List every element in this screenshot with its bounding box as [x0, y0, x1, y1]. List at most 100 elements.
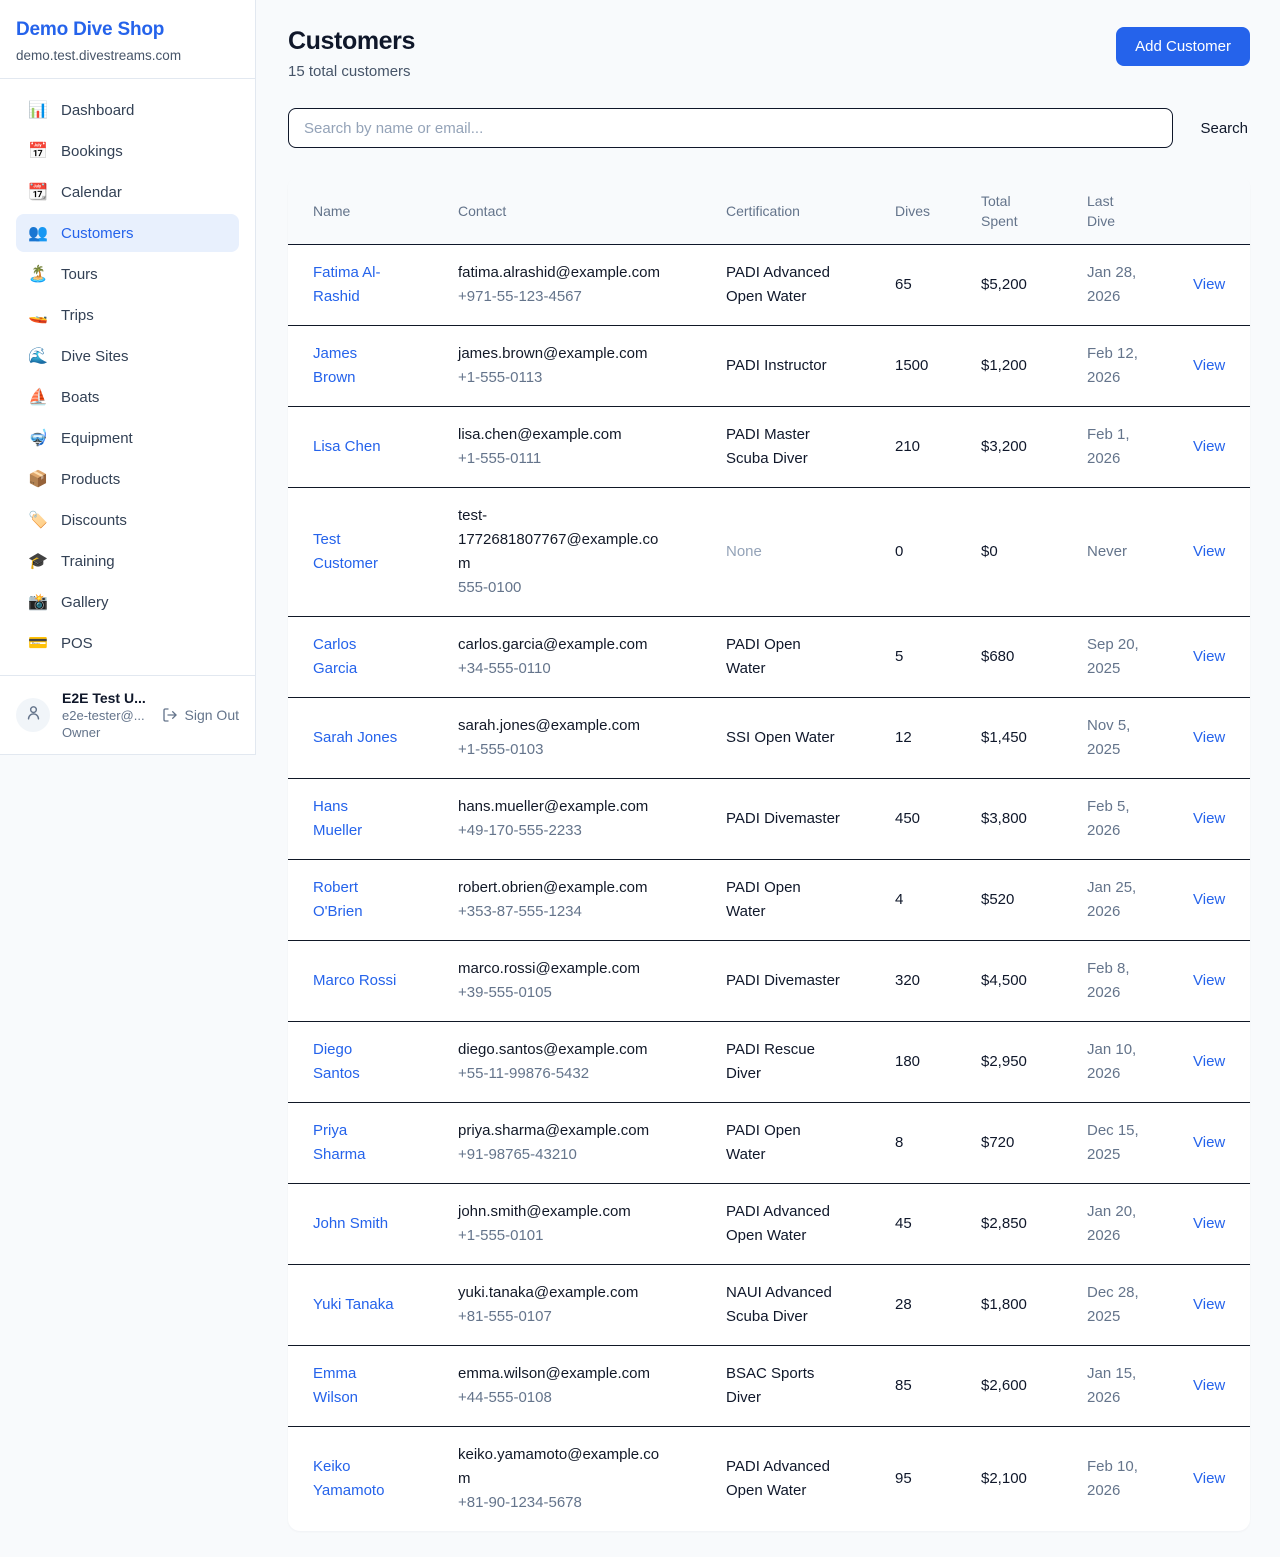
customer-last-dive: Dec 28, 2025 [1087, 1281, 1151, 1329]
customer-email: robert.obrien@example.com [458, 876, 663, 900]
view-customer-link[interactable]: View [1193, 438, 1225, 455]
customer-last-dive: Feb 1, 2026 [1087, 423, 1151, 471]
customers-table-card: NameContactCertificationDivesTotal Spent… [288, 176, 1250, 1531]
customer-dives: 210 [895, 407, 981, 488]
sidebar-item-bookings[interactable]: 📅 Bookings [16, 132, 239, 170]
customer-total-spent: $2,850 [981, 1184, 1087, 1265]
customer-email: carlos.garcia@example.com [458, 633, 663, 657]
sidebar-item-trips[interactable]: 🚤 Trips [16, 296, 239, 334]
view-customer-link[interactable]: View [1193, 1134, 1225, 1151]
table-row: Test Customer test-1772681807767@example… [288, 488, 1250, 617]
sidebar-item-boats[interactable]: ⛵ Boats [16, 378, 239, 416]
sidebar-item-dive-sites[interactable]: 🌊 Dive Sites [16, 337, 239, 375]
customer-dives: 450 [895, 779, 981, 860]
sidebar-item-training[interactable]: 🎓 Training [16, 542, 239, 580]
customer-last-dive: Feb 8, 2026 [1087, 957, 1151, 1005]
sidebar-item-discounts[interactable]: 🏷️ Discounts [16, 501, 239, 539]
view-customer-link[interactable]: View [1193, 276, 1225, 293]
add-customer-button[interactable]: Add Customer [1116, 27, 1250, 66]
customer-email: test-1772681807767@example.com [458, 504, 663, 576]
customer-certification: PADI Instructor [726, 354, 844, 378]
view-customer-link[interactable]: View [1193, 729, 1225, 746]
sidebar-item-calendar[interactable]: 📆 Calendar [16, 173, 239, 211]
customer-phone: +34-555-0110 [458, 657, 702, 681]
customer-dives: 4 [895, 860, 981, 941]
view-customer-link[interactable]: View [1193, 1470, 1225, 1487]
sidebar: Demo Dive Shop demo.test.divestreams.com… [0, 0, 256, 755]
sidebar-item-gallery[interactable]: 📸 Gallery [16, 583, 239, 621]
sidebar-item-pos[interactable]: 💳 POS [16, 624, 239, 662]
sidebar-item-dashboard[interactable]: 📊 Dashboard [16, 91, 239, 129]
customer-name-link[interactable]: Diego Santos [313, 1038, 399, 1086]
sidebar-item-label: Bookings [61, 143, 123, 160]
customer-total-spent: $3,200 [981, 407, 1087, 488]
customer-total-spent: $2,100 [981, 1427, 1087, 1532]
customer-certification: NAUI Advanced Scuba Diver [726, 1281, 844, 1329]
sidebar-item-label: Discounts [61, 512, 127, 529]
column-header [1193, 176, 1250, 245]
sidebar-item-equipment[interactable]: 🤿 Equipment [16, 419, 239, 457]
column-header: Contact [458, 176, 726, 245]
search-input[interactable] [288, 108, 1173, 148]
customer-name-link[interactable]: Test Customer [313, 528, 399, 576]
customer-total-spent: $520 [981, 860, 1087, 941]
customer-name-link[interactable]: Carlos Garcia [313, 633, 399, 681]
column-header: Total Spent [981, 176, 1087, 245]
customer-name-link[interactable]: John Smith [313, 1212, 388, 1236]
sign-out-button[interactable]: Sign Out [162, 707, 239, 723]
dashboard-icon: 📊 [28, 100, 48, 120]
customer-email: marco.rossi@example.com [458, 957, 663, 981]
table-row: Emma Wilson emma.wilson@example.com +44-… [288, 1346, 1250, 1427]
view-customer-link[interactable]: View [1193, 357, 1225, 374]
sidebar-item-products[interactable]: 📦 Products [16, 460, 239, 498]
customer-phone: +39-555-0105 [458, 981, 702, 1005]
products-icon: 📦 [28, 469, 48, 489]
customer-total-spent: $3,800 [981, 779, 1087, 860]
view-customer-link[interactable]: View [1193, 543, 1225, 560]
main-content: Customers 15 total customers Add Custome… [256, 0, 1280, 1557]
customer-name-link[interactable]: Robert O'Brien [313, 876, 399, 924]
customer-dives: 65 [895, 245, 981, 326]
view-customer-link[interactable]: View [1193, 1053, 1225, 1070]
sign-out-icon [162, 707, 178, 723]
view-customer-link[interactable]: View [1193, 972, 1225, 989]
customer-last-dive: Jan 28, 2026 [1087, 261, 1151, 309]
customer-last-dive: Feb 5, 2026 [1087, 795, 1151, 843]
customer-certification: PADI Open Water [726, 633, 844, 681]
customer-name-link[interactable]: Keiko Yamamoto [313, 1455, 399, 1503]
customer-dives: 1500 [895, 326, 981, 407]
customer-name-link[interactable]: James Brown [313, 342, 399, 390]
customer-name-link[interactable]: Marco Rossi [313, 969, 396, 993]
customer-name-link[interactable]: Emma Wilson [313, 1362, 399, 1410]
view-customer-link[interactable]: View [1193, 1377, 1225, 1394]
customer-dives: 85 [895, 1346, 981, 1427]
sidebar-item-tours[interactable]: 🏝️ Tours [16, 255, 239, 293]
customer-last-dive: Feb 12, 2026 [1087, 342, 1151, 390]
customer-dives: 8 [895, 1103, 981, 1184]
customer-name-link[interactable]: Fatima Al-Rashid [313, 261, 399, 309]
app-root: Demo Dive Shop demo.test.divestreams.com… [0, 0, 1280, 1557]
customer-name-link[interactable]: Hans Mueller [313, 795, 399, 843]
view-customer-link[interactable]: View [1193, 810, 1225, 827]
view-customer-link[interactable]: View [1193, 648, 1225, 665]
customer-dives: 5 [895, 617, 981, 698]
customer-last-dive: Never [1087, 540, 1151, 564]
table-row: Lisa Chen lisa.chen@example.com +1-555-0… [288, 407, 1250, 488]
view-customer-link[interactable]: View [1193, 891, 1225, 908]
customer-email: sarah.jones@example.com [458, 714, 663, 738]
user-role: Owner [62, 724, 150, 741]
sidebar-item-label: Trips [61, 307, 94, 324]
search-button[interactable]: Search [1198, 116, 1250, 141]
sidebar-item-customers[interactable]: 👥 Customers [16, 214, 239, 252]
view-customer-link[interactable]: View [1193, 1215, 1225, 1232]
customer-name-link[interactable]: Sarah Jones [313, 726, 397, 750]
view-customer-link[interactable]: View [1193, 1296, 1225, 1313]
customer-phone: +91-98765-43210 [458, 1143, 702, 1167]
customer-email: james.brown@example.com [458, 342, 663, 366]
customer-name-link[interactable]: Priya Sharma [313, 1119, 399, 1167]
customer-name-link[interactable]: Lisa Chen [313, 435, 381, 459]
table-row: James Brown james.brown@example.com +1-5… [288, 326, 1250, 407]
tours-icon: 🏝️ [28, 264, 48, 284]
customer-name-link[interactable]: Yuki Tanaka [313, 1293, 394, 1317]
brand-block: Demo Dive Shop demo.test.divestreams.com [0, 0, 255, 79]
